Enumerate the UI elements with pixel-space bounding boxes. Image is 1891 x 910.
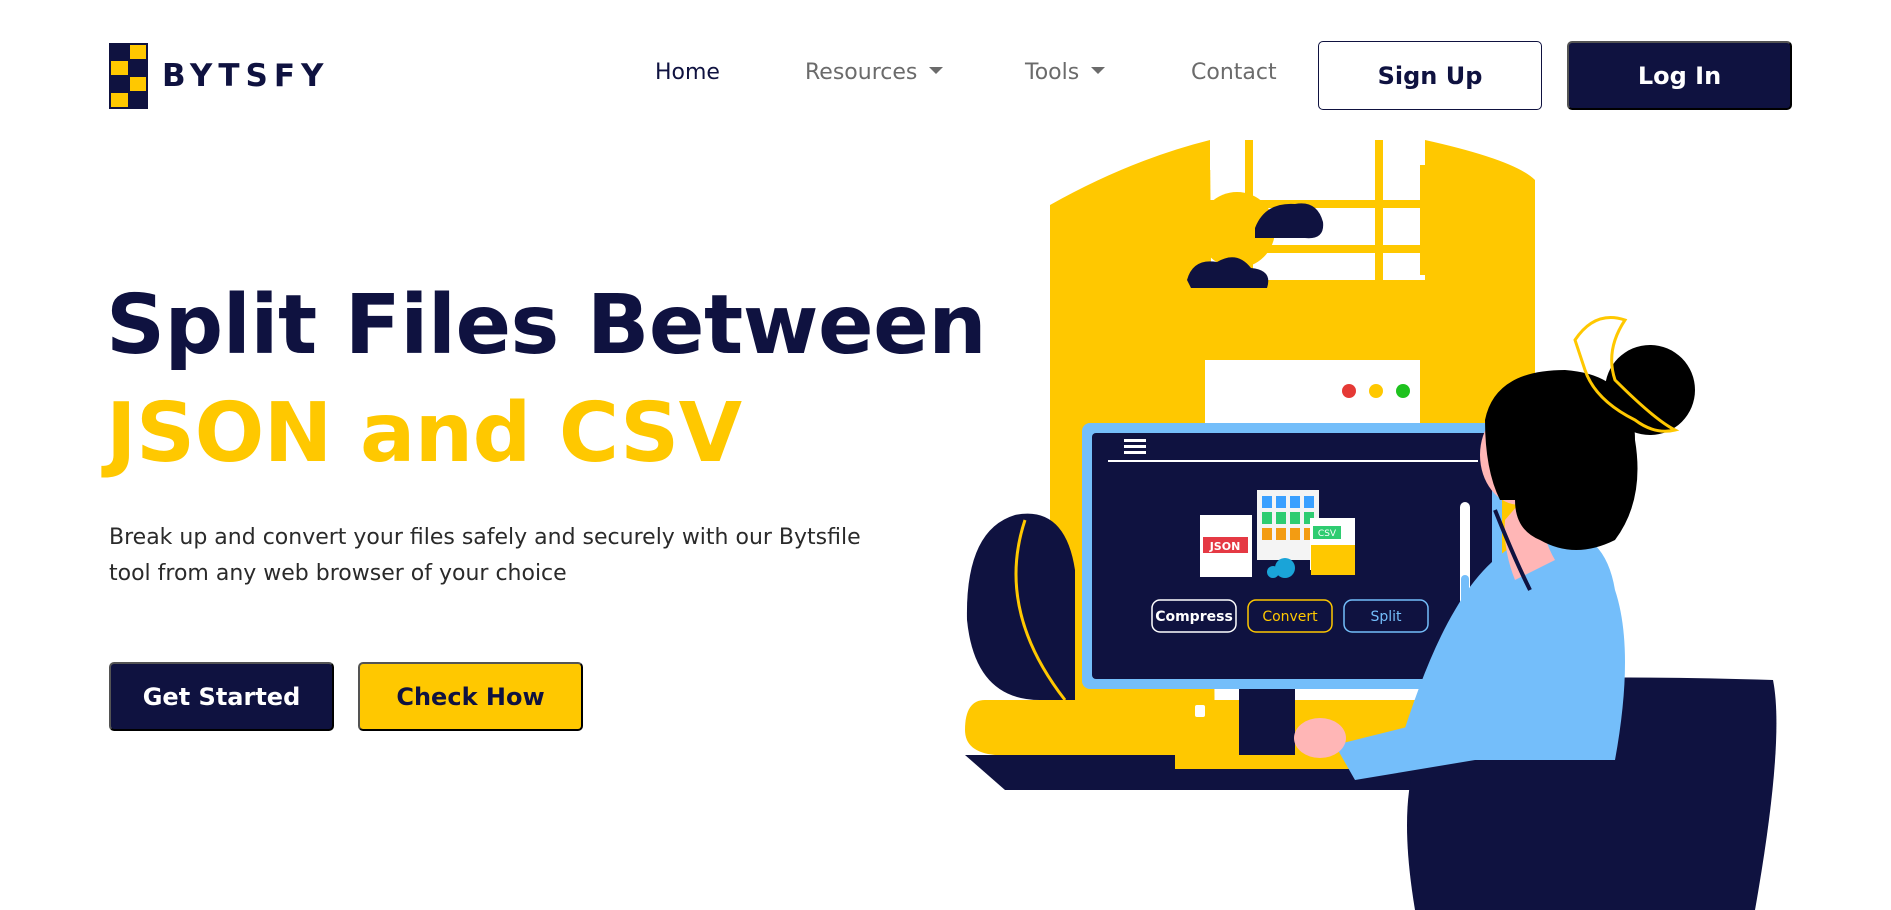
- nav-tools-label: Tools: [1025, 60, 1080, 85]
- split-screen-button: Split: [1370, 609, 1402, 625]
- csv-label: CSV: [1318, 529, 1337, 539]
- hero-title-line1: Split Files Between: [106, 278, 987, 373]
- login-button[interactable]: Log In: [1567, 41, 1792, 110]
- json-label: JSON: [1209, 540, 1241, 553]
- check-how-button[interactable]: Check How: [358, 662, 583, 731]
- brand-logo[interactable]: BYTSFY: [109, 43, 329, 109]
- nav-resources[interactable]: Resources: [805, 60, 944, 85]
- nav-home[interactable]: Home: [655, 60, 720, 85]
- compress-screen-button: Compress: [1155, 609, 1233, 625]
- logo-icon: [109, 43, 148, 109]
- plant-icon: [966, 513, 1075, 700]
- brand-name: BYTSFY: [162, 58, 330, 94]
- hero-illustration: JSON CSV Compress Convert Split: [955, 140, 1785, 910]
- nav-tools[interactable]: Tools: [1025, 60, 1106, 85]
- chevron-down-icon: [929, 66, 944, 74]
- hero-title: Split Files Between JSON and CSV: [106, 272, 987, 488]
- signup-button[interactable]: Sign Up: [1318, 41, 1542, 110]
- nav-resources-label: Resources: [805, 60, 918, 85]
- get-started-button[interactable]: Get Started: [109, 662, 334, 731]
- hero-description: Break up and convert your files safely a…: [109, 525, 861, 586]
- nav-contact[interactable]: Contact: [1191, 60, 1277, 85]
- chevron-down-icon: [1091, 66, 1106, 74]
- hero-title-line2: JSON and CSV: [106, 386, 742, 481]
- convert-screen-button: Convert: [1262, 609, 1318, 625]
- landing-page: BYTSFY Home Resources Tools Contact Sign…: [0, 0, 1891, 910]
